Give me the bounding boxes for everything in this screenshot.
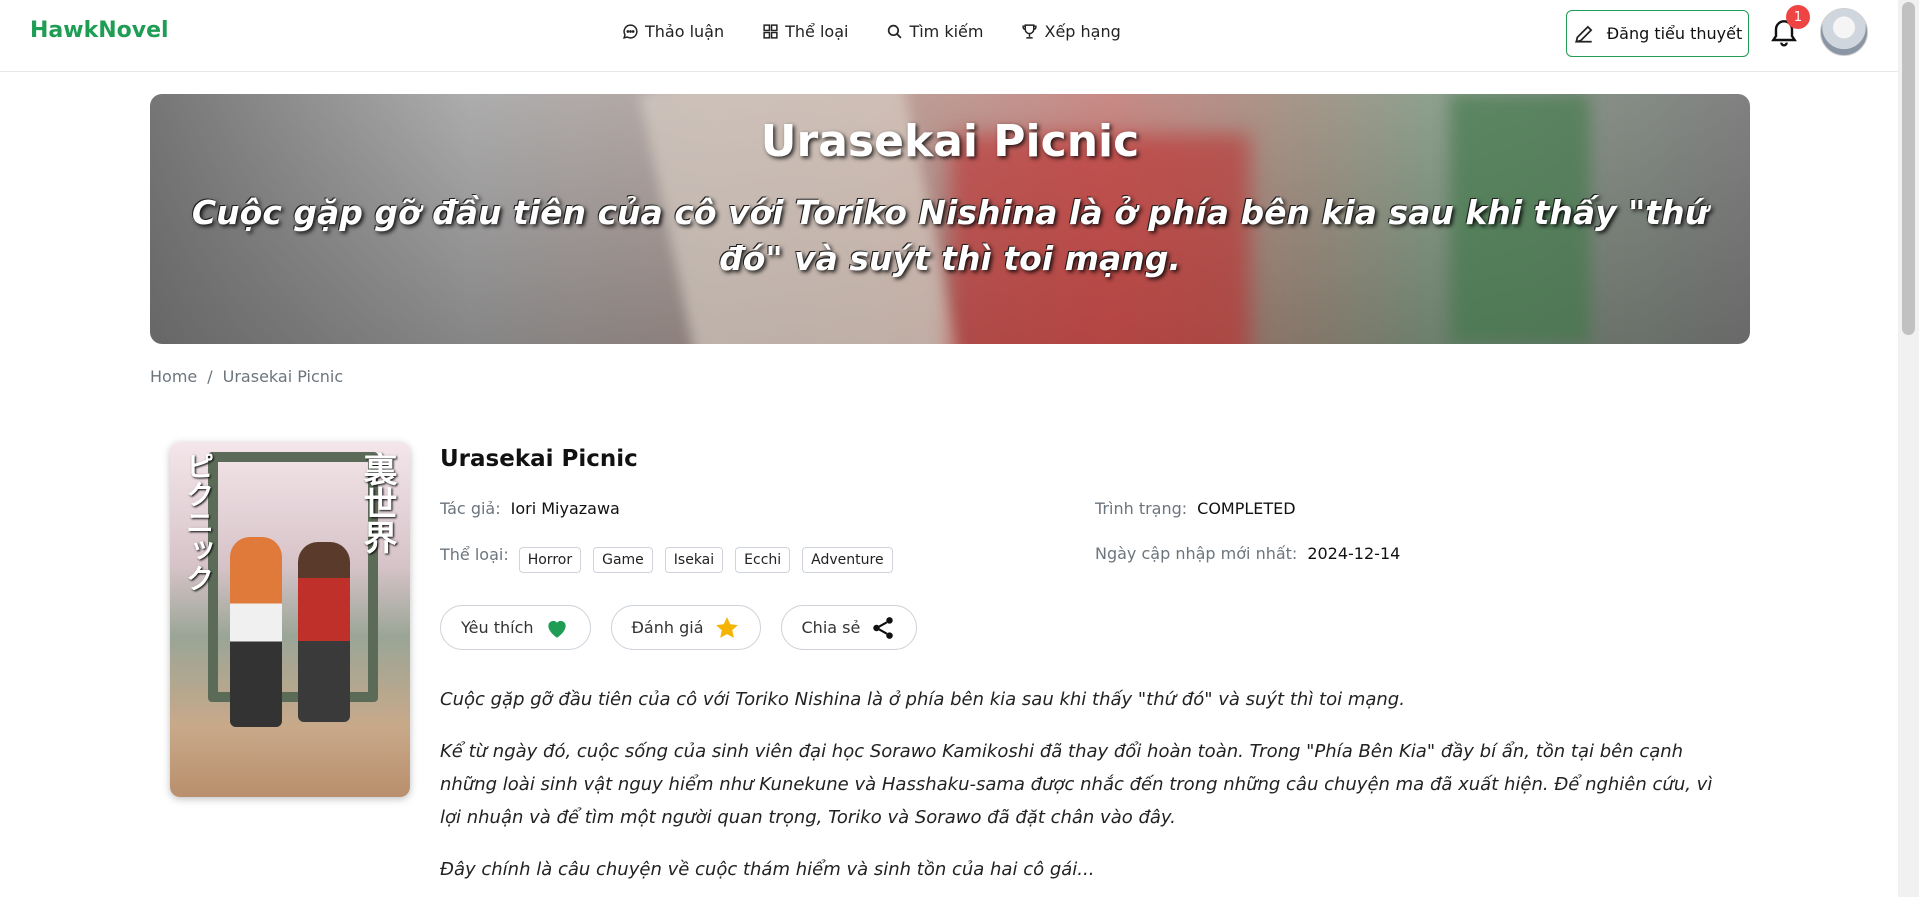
star-icon xyxy=(715,616,738,638)
user-avatar[interactable] xyxy=(1820,8,1868,56)
genre-label: Thể loại: xyxy=(440,545,509,564)
nav-item-genres[interactable]: Thể loại xyxy=(762,22,848,41)
author-value[interactable]: Iori Miyazawa xyxy=(511,499,620,518)
updated-value: 2024-12-14 xyxy=(1307,544,1401,563)
description-paragraph: Kể từ ngày đó, cuộc sống của sinh viên đ… xyxy=(440,741,1713,828)
genre-tag-ecchi[interactable]: Ecchi xyxy=(735,547,791,573)
novel-description: Cuộc gặp gỡ đầu tiên của cô với Toriko N… xyxy=(440,683,1730,897)
share-button[interactable]: Chia sẻ xyxy=(780,605,918,650)
banner-subtitle: Cuộc gặp gỡ đầu tiên của cô với Toriko N… xyxy=(191,193,1709,278)
status-row: Trình trạng: COMPLETED xyxy=(1095,499,1296,518)
main-nav: Thảo luận Thể loại Tìm kiếm Xếp hạng xyxy=(622,22,1121,41)
cover-art-figure xyxy=(230,537,282,727)
scrollbar-thumb[interactable] xyxy=(1902,2,1915,335)
updated-label: Ngày cập nhập mới nhất: xyxy=(1095,544,1298,563)
novel-cover-image: ピクニック 裏世界 xyxy=(170,442,410,797)
rate-label: Đánh giá xyxy=(631,618,704,637)
status-label: Trình trạng: xyxy=(1095,499,1188,518)
breadcrumb-home[interactable]: Home xyxy=(150,367,197,386)
nav-label: Thảo luận xyxy=(645,22,725,41)
genre-tag-adventure[interactable]: Adventure xyxy=(802,547,893,573)
page-scrollbar[interactable] xyxy=(1898,0,1919,897)
cover-kanji-title: 裏世界 xyxy=(357,452,397,554)
share-label: Chia sẻ xyxy=(801,618,861,637)
rate-button[interactable]: Đánh giá xyxy=(610,605,761,650)
favorite-button[interactable]: Yêu thích xyxy=(440,605,591,650)
search-icon xyxy=(888,24,902,39)
author-label: Tác giả: xyxy=(440,499,501,518)
nav-label: Thể loại xyxy=(785,22,849,41)
post-novel-label: Đăng tiểu thuyết xyxy=(1606,24,1743,43)
heart-icon xyxy=(547,620,566,638)
status-value: COMPLETED xyxy=(1197,499,1296,518)
breadcrumb-current: Urasekai Picnic xyxy=(222,367,344,386)
breadcrumb-separator: / xyxy=(207,367,213,386)
post-novel-button[interactable]: Đăng tiểu thuyết xyxy=(1566,10,1749,57)
pencil-icon xyxy=(1574,25,1593,43)
chat-bubble-icon xyxy=(623,24,638,39)
top-navbar: HawkNovel Thảo luận Thể loại Tìm kiếm Xế… xyxy=(0,0,1898,72)
novel-title: Urasekai Picnic xyxy=(440,446,638,472)
banner-title: Urasekai Picnic xyxy=(760,116,1140,167)
nav-item-search[interactable]: Tìm kiếm xyxy=(886,22,983,41)
nav-item-ranking[interactable]: Xếp hạng xyxy=(1021,22,1121,41)
genre-tag-game[interactable]: Game xyxy=(593,547,653,573)
genre-row: Thể loại: Horror Game Isekai Ecchi Adven… xyxy=(440,545,893,573)
site-logo[interactable]: HawkNovel xyxy=(30,18,169,43)
nav-label: Tìm kiếm xyxy=(909,22,984,41)
genre-tag-isekai[interactable]: Isekai xyxy=(664,547,724,573)
author-row: Tác giả: Iori Miyazawa xyxy=(440,499,620,518)
genre-tags: Horror Game Isekai Ecchi Adventure xyxy=(518,547,893,573)
share-icon xyxy=(873,616,894,639)
updated-row: Ngày cập nhập mới nhất: 2024-12-14 xyxy=(1095,544,1400,563)
grid-icon xyxy=(763,24,778,39)
cover-art-figure xyxy=(298,542,350,722)
description-paragraph: Đây chính là câu chuyện về cuộc thám hiể… xyxy=(440,859,1095,880)
trophy-icon xyxy=(1022,24,1038,39)
favorite-label: Yêu thích xyxy=(461,618,534,637)
description-paragraph: Cuộc gặp gỡ đầu tiên của cô với Toriko N… xyxy=(440,689,1405,710)
action-buttons: Yêu thích Đánh giá Chia sẻ xyxy=(440,605,918,650)
notification-badge: 1 xyxy=(1786,5,1810,29)
breadcrumb: Home / Urasekai Picnic xyxy=(150,367,343,386)
genre-tag-horror[interactable]: Horror xyxy=(518,547,582,573)
nav-item-discussion[interactable]: Thảo luận xyxy=(622,22,724,41)
nav-label: Xếp hạng xyxy=(1044,22,1121,41)
novel-banner: Urasekai Picnic Cuộc gặp gỡ đầu tiên của… xyxy=(150,94,1750,344)
cover-kana-title: ピクニック xyxy=(182,452,215,592)
